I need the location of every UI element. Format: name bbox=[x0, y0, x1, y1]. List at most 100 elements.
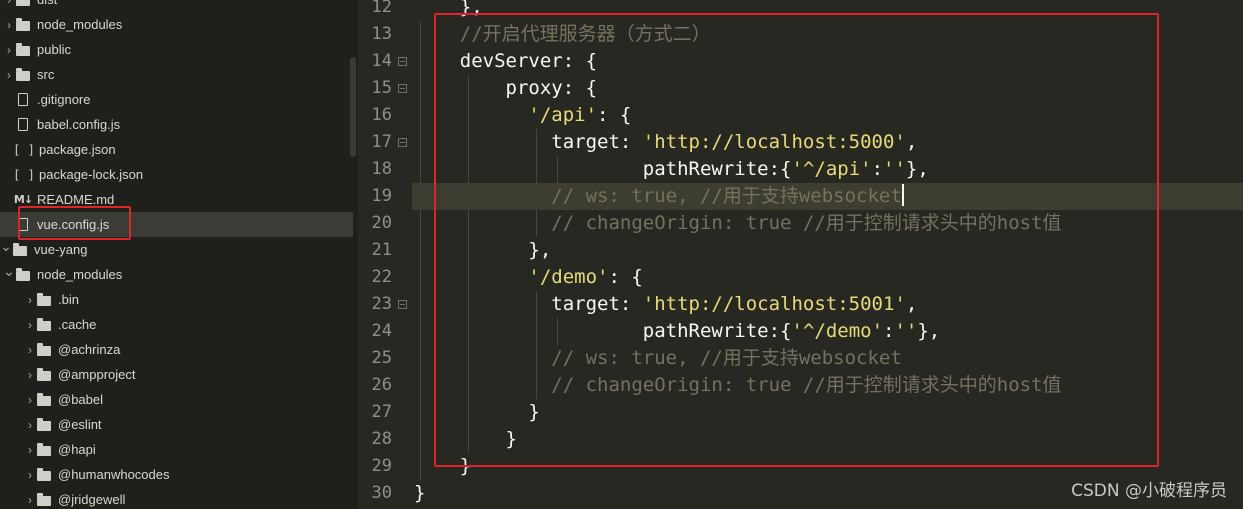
tree-item-label: vue-yang bbox=[34, 242, 88, 257]
fold-toggle-icon[interactable] bbox=[398, 84, 407, 93]
chevron-right-icon[interactable]: › bbox=[24, 293, 36, 307]
line-number: 13 bbox=[371, 24, 392, 44]
folder-icon bbox=[15, 42, 31, 58]
folder-icon bbox=[36, 292, 52, 308]
tree-item-label: @ampproject bbox=[58, 367, 136, 382]
json-file-icon: [ ] bbox=[13, 167, 35, 182]
tree-item[interactable]: ⌄ node_modules bbox=[0, 262, 353, 287]
tree-item[interactable]: › @achrinza bbox=[0, 337, 358, 362]
chevron-down-icon[interactable]: ⌄ bbox=[0, 238, 12, 255]
tree-item-label: @babel bbox=[58, 392, 104, 407]
folder-icon bbox=[15, 67, 31, 83]
watermark: CSDN @小破程序员 bbox=[1071, 481, 1227, 501]
file-tree-sidebar: ›dist›node_modules›public›src.gitignoreb… bbox=[0, 0, 358, 509]
tree-item[interactable]: › @ampproject bbox=[0, 362, 358, 387]
fold-toggle-icon[interactable] bbox=[398, 57, 407, 66]
chevron-right-icon[interactable]: › bbox=[24, 318, 36, 332]
folder-icon bbox=[15, 267, 31, 283]
folder-icon bbox=[36, 492, 52, 508]
chevron-right-icon[interactable]: › bbox=[3, 0, 15, 7]
folder-icon bbox=[15, 17, 31, 33]
tree-item-label: @achrinza bbox=[58, 342, 121, 357]
chevron-right-icon[interactable]: › bbox=[3, 18, 15, 32]
tree-item-label: .bin bbox=[58, 292, 79, 307]
tree-item-label: @humanwhocodes bbox=[58, 467, 170, 482]
tree-item-label: src bbox=[37, 67, 55, 82]
tree-item-label: package-lock.json bbox=[39, 167, 144, 182]
sidebar-scrollbar[interactable] bbox=[350, 57, 356, 157]
tree-item[interactable]: .gitignore bbox=[0, 87, 353, 112]
chevron-right-icon[interactable]: › bbox=[24, 468, 36, 482]
json-file-icon: [ ] bbox=[13, 142, 35, 157]
tree-item[interactable]: › @humanwhocodes bbox=[0, 462, 358, 487]
tree-item-label: .gitignore bbox=[37, 92, 91, 107]
folder-icon bbox=[36, 417, 52, 433]
line-number: 28 bbox=[371, 429, 392, 449]
tree-item[interactable]: › @eslint bbox=[0, 412, 358, 437]
line-number: 24 bbox=[371, 321, 392, 341]
chevron-right-icon[interactable]: › bbox=[24, 393, 36, 407]
tree-item[interactable]: ⌄ vue-yang bbox=[0, 237, 350, 262]
line-number: 23 bbox=[371, 294, 392, 314]
folder-icon bbox=[36, 317, 52, 333]
tree-item[interactable]: › node_modules bbox=[0, 12, 353, 37]
line-number: 12 bbox=[371, 0, 392, 17]
chevron-right-icon[interactable]: › bbox=[3, 68, 15, 82]
folder-icon bbox=[36, 467, 52, 483]
folder-icon bbox=[36, 367, 52, 383]
line-number: 16 bbox=[371, 105, 392, 125]
folder-icon bbox=[15, 0, 31, 8]
tree-item-label: dist bbox=[37, 0, 57, 7]
tree-item[interactable]: › public bbox=[0, 37, 353, 62]
line-number: 17 bbox=[371, 132, 392, 152]
tree-item-label: README.md bbox=[37, 192, 115, 207]
chevron-right-icon[interactable]: › bbox=[24, 343, 36, 357]
tree-item-label: @eslint bbox=[58, 417, 102, 432]
folder-icon bbox=[36, 392, 52, 408]
tree-item[interactable]: › .cache bbox=[0, 312, 358, 337]
chevron-right-icon[interactable]: › bbox=[24, 368, 36, 382]
tree-item-label: @jridgewell bbox=[58, 492, 126, 507]
annotation-box-file bbox=[18, 206, 131, 240]
line-number: 25 bbox=[371, 348, 392, 368]
js-file-icon bbox=[15, 117, 31, 133]
chevron-down-icon[interactable]: ⌄ bbox=[3, 263, 15, 280]
code-editor[interactable]: 12 }, 13 //开启代理服务器（方式二） 14 devServer: {15 … bbox=[358, 0, 1243, 509]
tree-item[interactable]: › @babel bbox=[0, 387, 358, 412]
chevron-right-icon[interactable]: › bbox=[24, 418, 36, 432]
tree-item[interactable]: › .bin bbox=[0, 287, 358, 312]
tree-item[interactable]: › @hapi bbox=[0, 437, 358, 462]
line-number: 20 bbox=[371, 213, 392, 233]
folder-icon bbox=[36, 442, 52, 458]
tree-item-label: node_modules bbox=[37, 17, 123, 32]
line-number: 14 bbox=[371, 51, 392, 71]
line-number: 27 bbox=[371, 402, 392, 422]
tree-item[interactable]: › @jridgewell bbox=[0, 487, 358, 509]
fold-toggle-icon[interactable] bbox=[398, 138, 407, 147]
annotation-box-code bbox=[434, 13, 1159, 467]
tree-item-label: package.json bbox=[39, 142, 116, 157]
code-text: } bbox=[414, 480, 425, 507]
chevron-right-icon[interactable]: › bbox=[3, 43, 15, 57]
tree-item[interactable]: [ ] package-lock.json bbox=[0, 162, 353, 187]
tree-item-label: node_modules bbox=[37, 267, 123, 282]
chevron-right-icon[interactable]: › bbox=[24, 493, 36, 507]
line-number: 15 bbox=[371, 78, 392, 98]
folder-icon bbox=[12, 242, 28, 258]
code-token: } bbox=[414, 482, 426, 504]
fold-toggle-icon[interactable] bbox=[398, 300, 407, 309]
chevron-right-icon[interactable]: › bbox=[24, 443, 36, 457]
line-number: 26 bbox=[371, 375, 392, 395]
tree-item[interactable]: [ ] package.json bbox=[0, 137, 353, 162]
tree-item-label: babel.config.js bbox=[37, 117, 121, 132]
line-number: 21 bbox=[371, 240, 392, 260]
tree-item[interactable]: › dist bbox=[0, 0, 353, 12]
line-number: 18 bbox=[371, 159, 392, 179]
tree-item-label: public bbox=[37, 42, 71, 57]
tree-item[interactable]: babel.config.js bbox=[0, 112, 353, 137]
tree-item[interactable]: › src bbox=[0, 62, 353, 87]
line-number: 22 bbox=[371, 267, 392, 287]
line-number: 29 bbox=[371, 456, 392, 476]
line-number: 30 bbox=[371, 483, 392, 503]
file-icon bbox=[15, 92, 31, 108]
